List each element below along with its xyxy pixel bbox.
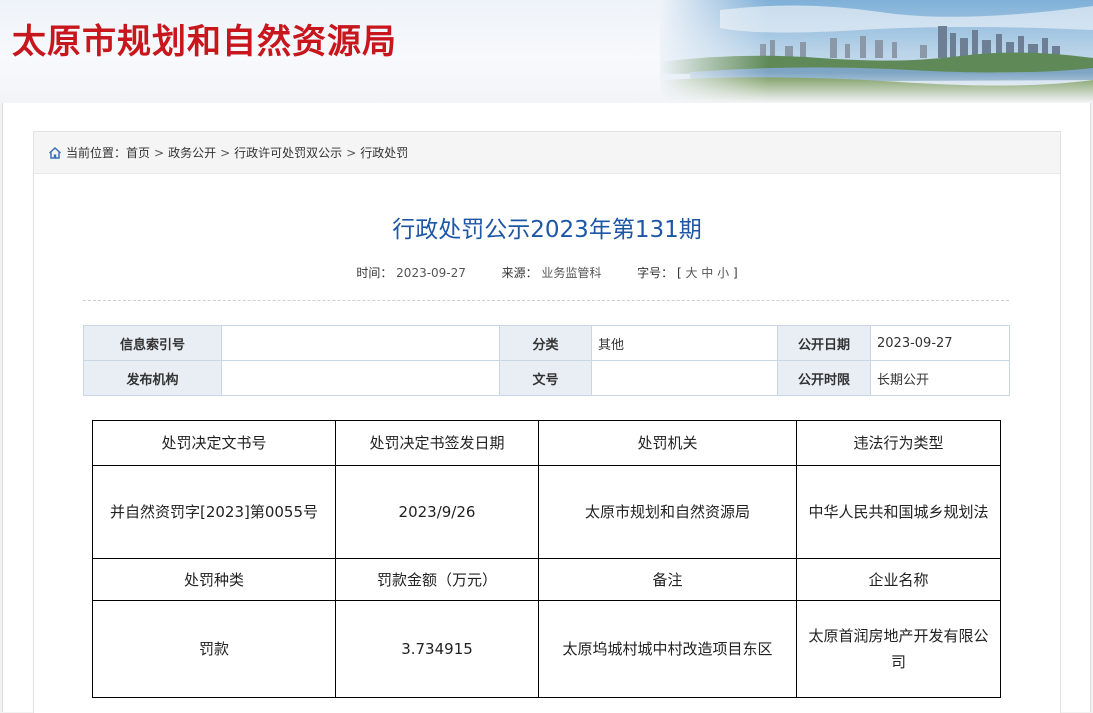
- info-table: 信息索引号 分类 其他 公开日期 2023-09-27 发布机构 文号 公开时限…: [83, 325, 1010, 396]
- fontsize-label: 字号：: [637, 266, 674, 280]
- penalty-header-cell: 备注: [538, 558, 797, 601]
- penalty-header-cell: 处罚机关: [538, 420, 797, 466]
- breadcrumb-separator: >: [220, 145, 231, 160]
- breadcrumb-separator: >: [154, 145, 165, 160]
- divider: [83, 300, 1009, 301]
- site-title: 太原市规划和自然资源局: [12, 22, 397, 62]
- publish-time: 2023-09-27: [396, 266, 466, 280]
- penalty-cell: 太原坞城村城中村改造项目东区: [538, 600, 797, 698]
- info-value: 长期公开: [870, 360, 1010, 396]
- breadcrumb-penalty-link[interactable]: 行政处罚: [360, 144, 408, 161]
- content-box: 当前位置： 首页 > 政务公开 > 行政许可处罚双公示 > 行政处罚 行政处罚公…: [33, 131, 1061, 713]
- article-title: 行政处罚公示2023年第131期: [392, 217, 702, 243]
- info-key: 信息索引号: [83, 325, 222, 361]
- fontsize-medium-button[interactable]: 中: [701, 266, 713, 280]
- penalty-cell: 太原首润房地产开发有限公司: [796, 600, 1001, 698]
- breadcrumb-separator: >: [346, 145, 357, 160]
- breadcrumb-label: 当前位置：: [66, 146, 127, 160]
- penalty-cell: 罚款: [92, 600, 336, 698]
- info-key: 公开日期: [777, 325, 871, 361]
- info-key: 公开时限: [777, 360, 871, 396]
- info-row: 发布机构 文号 公开时限 长期公开: [83, 360, 1010, 396]
- penalty-cell: 并自然资罚字[2023]第0055号: [92, 465, 336, 559]
- penalty-header-cell: 处罚决定文书号: [92, 420, 336, 466]
- penalty-cell: 太原市规划和自然资源局: [538, 465, 797, 559]
- info-value: [221, 325, 500, 361]
- penalty-data-row: 并自然资罚字[2023]第0055号 2023/9/26 太原市规划和自然资源局…: [92, 465, 1001, 559]
- info-key: 发布机构: [83, 360, 222, 396]
- info-value: [221, 360, 500, 396]
- breadcrumb-home-link[interactable]: 首页: [126, 144, 150, 161]
- fontsize-large-button[interactable]: 大: [685, 266, 697, 280]
- source-label: 来源：: [501, 266, 538, 280]
- city-skyline-banner: [660, 0, 1093, 103]
- breadcrumb: 当前位置： 首页 > 政务公开 > 行政许可处罚双公示 > 行政处罚: [34, 132, 1060, 174]
- fontsize-bracket-open: [: [676, 266, 682, 280]
- breadcrumb-dual-publicity-link[interactable]: 行政许可处罚双公示: [234, 144, 342, 161]
- penalty-cell: 3.734915: [335, 600, 539, 698]
- fontsize-small-button[interactable]: 小: [717, 266, 729, 280]
- penalty-data-row: 罚款 3.734915 太原坞城村城中村改造项目东区 太原首润房地产开发有限公司: [92, 600, 1001, 698]
- penalty-cell: 中华人民共和国城乡规划法: [796, 465, 1001, 559]
- info-row: 信息索引号 分类 其他 公开日期 2023-09-27: [83, 325, 1010, 361]
- source-value: 业务监管科: [541, 266, 602, 280]
- penalty-header-row: 处罚种类 罚款金额（万元） 备注 企业名称: [92, 558, 1001, 601]
- penalty-header-row: 处罚决定文书号 处罚决定书签发日期 处罚机关 违法行为类型: [92, 420, 1001, 466]
- penalty-header-cell: 处罚决定书签发日期: [335, 420, 539, 466]
- info-value: 2023-09-27: [870, 325, 1010, 361]
- penalty-header-cell: 企业名称: [796, 558, 1001, 601]
- penalty-header-cell: 违法行为类型: [796, 420, 1001, 466]
- home-icon: [48, 146, 62, 159]
- penalty-header-cell: 处罚种类: [92, 558, 336, 601]
- info-key: 文号: [499, 360, 592, 396]
- info-value: [591, 360, 778, 396]
- breadcrumb-gov-affairs-link[interactable]: 政务公开: [168, 144, 216, 161]
- info-key: 分类: [499, 325, 592, 361]
- fontsize-bracket-close: ]: [732, 266, 738, 280]
- article-meta: 时间： 2023-09-27 来源： 业务监管科 字号： [ 大 中 小 ]: [34, 264, 1060, 281]
- penalty-header-cell: 罚款金额（万元）: [335, 558, 539, 601]
- penalty-cell: 2023/9/26: [335, 465, 539, 559]
- time-label: 时间：: [356, 266, 393, 280]
- info-value: 其他: [591, 325, 778, 361]
- site-header: 太原市规划和自然资源局: [0, 0, 1093, 103]
- penalty-table: 处罚决定文书号 处罚决定书签发日期 处罚机关 违法行为类型 并自然资罚字[202…: [92, 420, 1001, 698]
